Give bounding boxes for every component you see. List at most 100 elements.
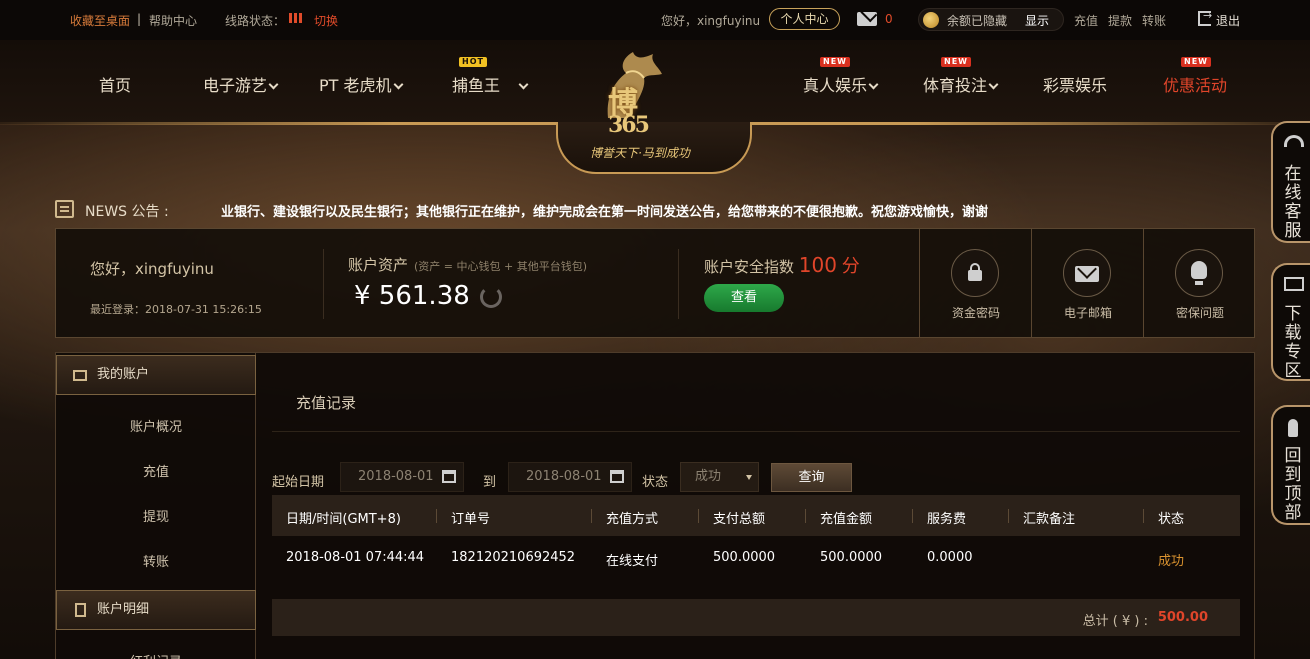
- total-bar: 总计 ( ¥ ) : 500.00: [272, 599, 1240, 636]
- column-header: 充值方式: [606, 512, 659, 527]
- chevron-down-icon: [518, 79, 529, 90]
- column-separator: [1143, 509, 1144, 523]
- nav-egames[interactable]: 电子游艺: [203, 72, 279, 96]
- sidebar-head-details[interactable]: 账户明细: [56, 590, 256, 630]
- mail-count: 0: [885, 12, 893, 26]
- summary-divider: [678, 249, 679, 319]
- nav-promotions[interactable]: 优惠活动: [1163, 72, 1227, 96]
- personal-center-button[interactable]: 个人中心: [769, 8, 840, 30]
- email-circle: [1063, 249, 1111, 297]
- news-ticker: NEWS 公告 : 业银行、建设银行以及民生银行；其他银行正在维护，维护完成会在…: [55, 200, 1255, 220]
- sidebar-head-my-account[interactable]: 我的账户: [56, 355, 256, 395]
- column-header: 汇款备注: [1023, 512, 1076, 527]
- status-select[interactable]: 成功: [680, 462, 759, 492]
- card-icon: [73, 370, 87, 381]
- refresh-icon[interactable]: [480, 286, 502, 308]
- nav-pt-slots[interactable]: PT 老虎机: [319, 72, 403, 96]
- chevron-down-icon: [988, 79, 999, 90]
- nav-home-label: 首页: [99, 76, 132, 95]
- security-question-item[interactable]: 密保问题: [1143, 229, 1255, 337]
- sidebar-item-transfer[interactable]: 转账: [56, 551, 256, 570]
- query-button[interactable]: 查询: [771, 463, 852, 492]
- column-separator: [1008, 509, 1009, 523]
- nav-pt-slots-label: PT 老虎机: [319, 76, 392, 95]
- fund-password-item[interactable]: 资金密码: [919, 229, 1031, 337]
- balance-hidden-text: 余额已隐藏: [947, 14, 1008, 28]
- online-service-tab[interactable]: 在线客服: [1271, 121, 1310, 243]
- logout-icon[interactable]: [1198, 9, 1212, 26]
- calendar-icon[interactable]: [610, 470, 624, 483]
- back-to-top-tab[interactable]: 回到顶部: [1271, 405, 1310, 525]
- line-status-label: 线路状态：: [225, 14, 286, 28]
- status-label: 状态: [642, 475, 669, 490]
- switch-line-link[interactable]: 切换: [314, 12, 338, 29]
- safety-score: 100: [798, 253, 837, 277]
- nav-lottery[interactable]: 彩票娱乐: [1043, 72, 1107, 96]
- logo-slogan: 博誉天下·马到成功: [590, 146, 690, 160]
- table-header: 日期/时间(GMT+8) 订单号 充值方式 支付总额 充值金额 服务费 汇款备注…: [272, 495, 1240, 536]
- deposit-link[interactable]: 充值: [1074, 12, 1098, 29]
- column-header: 订单号: [451, 512, 491, 527]
- fund-password-circle: [951, 249, 999, 297]
- security-question-label: 密保问题: [1175, 306, 1224, 320]
- assets-title-label: 账户资产: [348, 256, 409, 274]
- start-date-value: 2018-08-01: [358, 469, 434, 484]
- coin-icon: [923, 12, 939, 28]
- column-separator: [698, 509, 699, 523]
- sidebar-item-bonus[interactable]: 红利记录: [56, 651, 256, 659]
- nav-live-label: 真人娱乐: [803, 76, 868, 95]
- rocket-icon: [1288, 419, 1298, 437]
- mail-icon[interactable]: [857, 12, 877, 26]
- email-label: 电子邮箱: [1063, 306, 1112, 320]
- new-badge: NEW: [941, 57, 971, 67]
- email-item[interactable]: 电子邮箱: [1031, 229, 1143, 337]
- download-tab[interactable]: 下载专区: [1271, 263, 1310, 381]
- chevron-down-icon: [868, 79, 879, 90]
- chevron-down-icon: [393, 79, 403, 90]
- transfer-link[interactable]: 转账: [1142, 12, 1166, 29]
- account-summary: 您好，xingfuyinu 最近登录：2018-07-31 15:26:15 账…: [55, 228, 1255, 338]
- download-label: 下载专区: [1284, 304, 1302, 381]
- back-to-top-label: 回到顶部: [1284, 446, 1302, 523]
- status-cell: 成功: [1158, 554, 1185, 569]
- sidebar-item-withdraw[interactable]: 提现: [56, 506, 256, 525]
- chevron-down-icon: [268, 79, 279, 90]
- site-logo[interactable]: 博 365 博誉天下·马到成功: [556, 40, 752, 175]
- announcement-icon: [55, 200, 74, 218]
- balance-box: 余额已隐藏 显示: [918, 8, 1064, 31]
- nav-sports[interactable]: 体育投注: [923, 72, 999, 96]
- sidebar-head-label: 我的账户: [97, 367, 150, 382]
- headset-icon: [1284, 135, 1304, 147]
- sidebar-item-overview[interactable]: 账户概况: [56, 416, 256, 435]
- bookmark-link[interactable]: 收藏至桌面: [70, 12, 130, 29]
- envelope-icon: [1075, 266, 1099, 282]
- lock-icon: [968, 263, 982, 281]
- end-date-input[interactable]: 2018-08-01: [508, 462, 632, 492]
- news-label: NEWS 公告 :: [85, 204, 169, 220]
- start-date-input[interactable]: 2018-08-01: [340, 462, 464, 492]
- calculator-icon: [75, 603, 86, 617]
- withdraw-link[interactable]: 提款: [1108, 12, 1132, 29]
- new-badge: NEW: [1181, 57, 1211, 67]
- logout-link[interactable]: 退出: [1216, 12, 1240, 29]
- help-center-link[interactable]: 帮助中心: [149, 12, 197, 29]
- sidebar-item-deposit[interactable]: 充值: [56, 461, 256, 480]
- table-cell: 0.0000: [927, 550, 973, 565]
- nav-egames-label: 电子游艺: [203, 76, 268, 95]
- show-balance-button[interactable]: 显示: [1025, 12, 1049, 29]
- logo-number: 365: [608, 112, 650, 138]
- security-question-circle: [1175, 249, 1223, 297]
- column-separator: [912, 509, 913, 523]
- nav-fishing[interactable]: 捕鱼王: [452, 72, 529, 96]
- calendar-icon[interactable]: [442, 470, 456, 483]
- nav-live[interactable]: 真人娱乐: [803, 72, 879, 96]
- column-header: 日期/时间(GMT+8): [286, 512, 401, 527]
- news-text[interactable]: 业银行、建设银行以及民生银行；其他银行正在维护，维护完成会在第一时间发送公告，给…: [221, 201, 988, 220]
- safety-unit: 分: [841, 256, 860, 277]
- view-security-button[interactable]: 查看: [704, 284, 784, 312]
- online-service-label: 在线客服: [1284, 164, 1302, 241]
- sidebar: 我的账户 账户概况 充值 提现 转账 账户明细 红利记录: [56, 353, 256, 659]
- column-header: 充值金额: [820, 512, 873, 527]
- nav-home[interactable]: 首页: [99, 72, 131, 96]
- main-panel: 我的账户 账户概况 充值 提现 转账 账户明细 红利记录 充值记录 起始日期 2…: [55, 352, 1255, 659]
